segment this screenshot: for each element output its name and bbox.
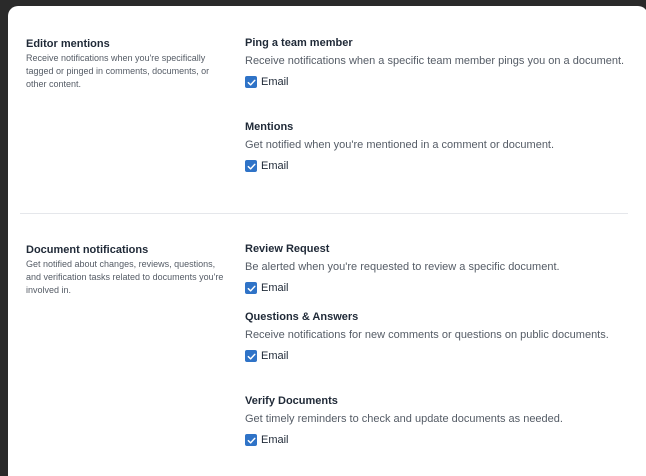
setting-title: Review Request [245,243,330,255]
section-divider [20,213,628,214]
email-checkbox-row[interactable]: Email [245,349,625,363]
check-icon [247,353,255,360]
email-checkbox-label: Email [261,350,289,362]
email-checkbox-label: Email [261,76,289,88]
setting-title: Ping a team member [245,37,353,49]
email-checkbox-row[interactable]: Email [245,433,625,447]
setting-description: Get notified when you're mentioned in a … [245,139,555,151]
setting-mentions: Mentions Get notified when you're mentio… [245,120,625,173]
email-checkbox-label: Email [261,434,289,446]
section-title: Editor mentions [26,38,110,50]
section-description: Get notified about changes, reviews, que… [26,259,224,295]
setting-review-request: Review Request Be alerted when you're re… [245,242,625,295]
setting-title: Questions & Answers [245,311,359,323]
email-checkbox[interactable] [245,434,257,446]
section-title: Document notifications [26,244,149,256]
setting-description: Get timely reminders to check and update… [245,413,563,425]
email-checkbox[interactable] [245,160,257,172]
setting-ping-team-member: Ping a team member Receive notifications… [245,36,625,89]
setting-description: Receive notifications for new comments o… [245,329,609,341]
setting-verify-documents: Verify Documents Get timely reminders to… [245,394,625,447]
setting-description: Receive notifications when a specific te… [245,55,625,67]
email-checkbox[interactable] [245,350,257,362]
setting-title: Mentions [245,121,294,133]
email-checkbox-row[interactable]: Email [245,75,625,89]
check-icon [247,437,255,444]
section-header: Document notifications Get notified abou… [26,243,226,297]
setting-title: Verify Documents [245,395,338,407]
section-header: Editor mentions Receive notifications wh… [26,37,226,91]
email-checkbox[interactable] [245,76,257,88]
email-checkbox-label: Email [261,282,289,294]
email-checkbox-row[interactable]: Email [245,281,625,295]
email-checkbox-row[interactable]: Email [245,159,625,173]
setting-questions-answers: Questions & Answers Receive notification… [245,310,625,363]
section-description: Receive notifications when you're specif… [26,53,210,89]
email-checkbox[interactable] [245,282,257,294]
check-icon [247,163,255,170]
notification-settings-card: Editor mentions Receive notifications wh… [8,6,646,476]
email-checkbox-label: Email [261,160,289,172]
setting-description: Be alerted when you're requested to revi… [245,261,560,273]
check-icon [247,285,255,292]
check-icon [247,79,255,86]
